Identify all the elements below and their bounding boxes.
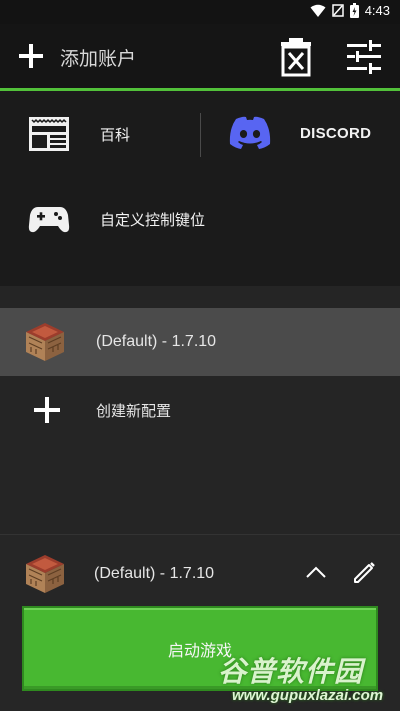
selected-profile-name: (Default) - 1.7.10 (94, 565, 215, 582)
profile-item[interactable]: (Default) - 1.7.10 (0, 308, 400, 376)
profiles-list: (Default) - 1.7.10 创建新配置 (0, 286, 400, 534)
settings-sliders-icon[interactable] (345, 39, 383, 75)
custom-controls-label: 自定义控制键位 (100, 210, 206, 229)
create-profile-label: 创建新配置 (96, 401, 172, 420)
status-icons: 4:43 (310, 3, 390, 18)
clock: 4:43 (364, 3, 390, 18)
plus-icon (34, 397, 60, 423)
custom-controls-button[interactable]: 自定义控制键位 (28, 203, 205, 235)
wiki-button[interactable]: 百科 (28, 116, 130, 152)
selected-profile[interactable]: (Default) - 1.7.10 (0, 549, 400, 599)
wiki-label: 百科 (100, 125, 131, 144)
launch-game-label: 启动游戏 (167, 640, 232, 660)
crafting-table-icon (26, 323, 64, 361)
discord-button[interactable]: DISCORD (228, 115, 371, 151)
create-profile-button[interactable]: 创建新配置 (0, 376, 400, 444)
links-separator (200, 113, 201, 157)
wiki-newspaper-icon (29, 117, 69, 151)
discord-label: DISCORD (300, 124, 372, 142)
chevron-up-icon[interactable] (305, 565, 327, 579)
battery-icon (349, 3, 359, 18)
profile-name: (Default) - 1.7.10 (96, 333, 217, 350)
launch-game-button[interactable]: 启动游戏 (22, 606, 378, 691)
crafting-table-icon (26, 555, 64, 593)
edit-pencil-icon[interactable] (352, 559, 378, 585)
top-bar: 添加账户 (0, 24, 400, 88)
discord-logo-icon (229, 116, 271, 149)
add-account-icon[interactable] (16, 41, 46, 71)
delete-account-icon[interactable] (279, 37, 313, 77)
links-panel: 百科 DISCORD 自定义控制键位 (0, 91, 400, 286)
gamepad-icon (28, 207, 70, 233)
wifi-icon (310, 4, 326, 17)
add-account-label[interactable]: 添加账户 (60, 44, 136, 71)
signal-off-icon (331, 4, 344, 17)
status-bar: 4:43 (0, 0, 400, 24)
launch-panel: (Default) - 1.7.10 启动游戏 (0, 534, 400, 711)
